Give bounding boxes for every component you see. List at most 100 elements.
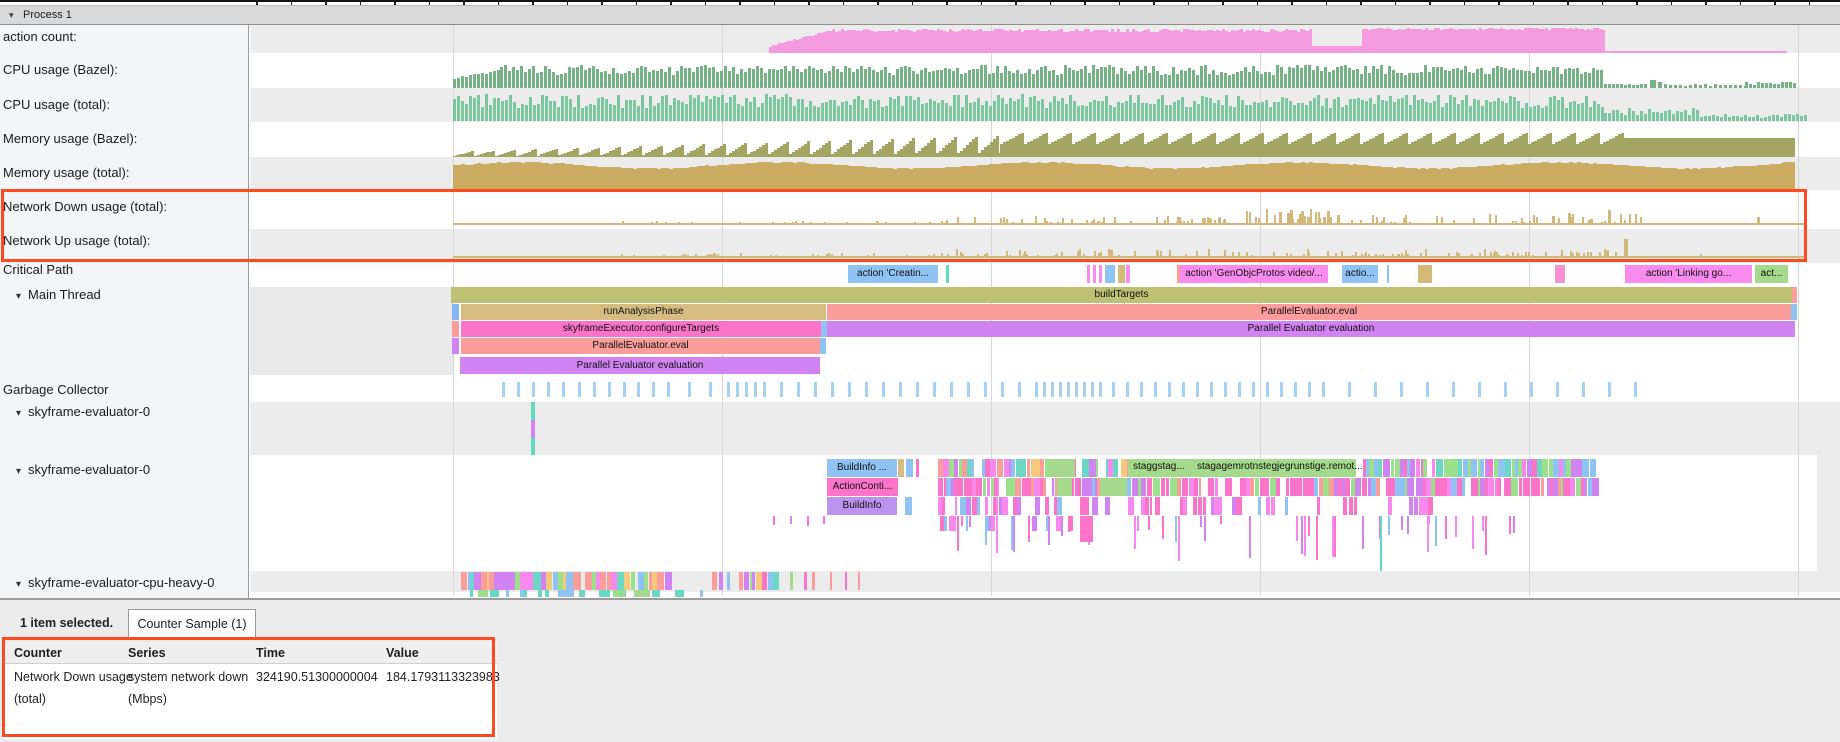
- counter-bar-cpu-bazel[interactable]: [956, 68, 959, 88]
- counter-bar-cpu-total[interactable]: [845, 101, 848, 121]
- counter-bar-cpu-bazel[interactable]: [1160, 75, 1163, 88]
- counter-bar-net-up[interactable]: [1273, 252, 1275, 258]
- hang-slice[interactable]: [961, 516, 963, 526]
- counter-bar-cpu-total[interactable]: [761, 103, 764, 121]
- counter-bar-cpu-total[interactable]: [1085, 106, 1088, 121]
- counter-bar-cpu-bazel[interactable]: [465, 77, 468, 88]
- counter-bar-cpu-bazel[interactable]: [1076, 71, 1079, 88]
- counter-bar-net-down[interactable]: [1506, 223, 1508, 225]
- counter-bar-cpu-bazel[interactable]: [1560, 74, 1563, 88]
- counter-bar-cpu-total[interactable]: [685, 104, 688, 121]
- gc-tick[interactable]: [1182, 382, 1185, 397]
- counter-bar-net-down[interactable]: [1360, 220, 1362, 225]
- counter-bar-net-down[interactable]: [1493, 223, 1495, 225]
- hang-slice[interactable]: [1482, 516, 1484, 531]
- counter-bar-net-down[interactable]: [1290, 210, 1293, 225]
- flame-slice[interactable]: [997, 478, 1000, 496]
- counter-bar-cpu-total[interactable]: [1373, 104, 1376, 121]
- counter-bar-net-up[interactable]: [1006, 251, 1008, 258]
- counter-bar-cpu-bazel[interactable]: [720, 71, 723, 88]
- counter-bar-cpu-bazel[interactable]: [1344, 65, 1347, 88]
- gc-tick[interactable]: [1126, 382, 1129, 397]
- counter-bar-net-up[interactable]: [1545, 252, 1547, 258]
- counter-bar-cpu-total[interactable]: [1253, 102, 1256, 121]
- counter-bar-cpu-bazel[interactable]: [860, 66, 863, 88]
- counter-bar-cpu-bazel[interactable]: [548, 69, 551, 88]
- counter-bar-cpu-total[interactable]: [937, 103, 940, 121]
- gc-tick[interactable]: [1374, 382, 1377, 397]
- flame-slice[interactable]: [1183, 497, 1187, 515]
- counter-bar-cpu-total[interactable]: [1585, 96, 1588, 121]
- counter-bar-net-down[interactable]: [974, 217, 976, 225]
- flame-slice[interactable]: [1511, 478, 1518, 496]
- gc-tick[interactable]: [1224, 382, 1227, 397]
- counter-bar-cpu-bazel[interactable]: [1108, 65, 1111, 88]
- counter-bar-net-down[interactable]: [1214, 220, 1216, 225]
- counter-bar-cpu-total[interactable]: [973, 102, 976, 121]
- counter-bar-cpu-bazel[interactable]: [992, 73, 995, 88]
- counter-bar-cpu-bazel[interactable]: [520, 66, 523, 88]
- counter-bar-cpu-bazel[interactable]: [1200, 66, 1203, 88]
- counter-bar-net-up[interactable]: [906, 255, 908, 258]
- gc-tick[interactable]: [950, 382, 953, 397]
- counter-bar-cpu-total[interactable]: [1025, 107, 1028, 121]
- counter-bar-cpu-total[interactable]: [689, 95, 692, 121]
- counter-bar-net-down[interactable]: [651, 222, 653, 225]
- counter-bar-cpu-total[interactable]: [1281, 97, 1284, 121]
- counter-bar-cpu-bazel[interactable]: [1316, 66, 1319, 88]
- counter-bar-cpu-bazel[interactable]: [796, 69, 799, 88]
- counter-bar-net-up[interactable]: [1382, 254, 1384, 258]
- counter-bar-cpu-total[interactable]: [1405, 95, 1408, 121]
- counter-bar-cpu-bazel[interactable]: [940, 70, 943, 88]
- counter-bar-net-down[interactable]: [1065, 223, 1067, 225]
- counter-bar-cpu-total[interactable]: [657, 103, 660, 121]
- counter-bar-cpu-bazel[interactable]: [636, 68, 639, 88]
- counter-bar-net-up[interactable]: [740, 253, 742, 258]
- gc-tick[interactable]: [1168, 382, 1171, 397]
- gc-tick[interactable]: [967, 382, 970, 397]
- counter-bar-net-up[interactable]: [1525, 252, 1527, 258]
- counter-bar-cpu-bazel[interactable]: [544, 66, 547, 88]
- flame-slice[interactable]: [954, 459, 958, 477]
- counter-bar-cpu-bazel[interactable]: [604, 71, 607, 88]
- counter-bar-net-down[interactable]: [1376, 217, 1378, 225]
- counter-bar-cpu-total[interactable]: [1537, 105, 1540, 121]
- counter-bar-cpu-total[interactable]: [1273, 102, 1276, 121]
- flame-slice[interactable]: [987, 478, 990, 496]
- flame-slice[interactable]: [461, 572, 467, 590]
- counter-bar-cpu-total[interactable]: [521, 104, 524, 121]
- flame-slice[interactable]: [1166, 478, 1169, 496]
- slice-skyframe2-row2[interactable]: [1100, 478, 1127, 496]
- flame-slice[interactable]: [1086, 478, 1093, 496]
- counter-bar-net-down[interactable]: [1219, 217, 1221, 225]
- counter-bar-cpu-total[interactable]: [1033, 96, 1036, 121]
- counter-bar-net-down[interactable]: [929, 222, 931, 225]
- flame-slice[interactable]: [1409, 497, 1413, 515]
- counter-bar-cpu-total[interactable]: [453, 99, 456, 121]
- hang-slice[interactable]: [1080, 516, 1093, 542]
- counter-bar-net-down[interactable]: [1620, 214, 1622, 225]
- flame-slice[interactable]: [1199, 478, 1201, 496]
- hang-slice[interactable]: [807, 516, 809, 526]
- counter-bar-cpu-bazel[interactable]: [836, 69, 839, 88]
- counter-bar-cpu-total[interactable]: [513, 102, 516, 121]
- counter-bar-cpu-total[interactable]: [561, 96, 564, 121]
- flame-slice[interactable]: [1349, 497, 1353, 515]
- flame-slice[interactable]: [1355, 478, 1361, 496]
- counter-bar-cpu-bazel[interactable]: [880, 70, 883, 88]
- counter-bar-cpu-bazel[interactable]: [560, 74, 563, 88]
- counter-bar-net-down[interactable]: [941, 221, 943, 225]
- counter-bar-cpu-bazel[interactable]: [832, 66, 835, 88]
- slice-cpu-heavy-extra[interactable]: [858, 572, 860, 590]
- counter-bar-cpu-bazel[interactable]: [489, 72, 492, 88]
- counter-bar-cpu-total[interactable]: [1660, 113, 1663, 121]
- counter-bar-cpu-bazel[interactable]: [1448, 71, 1451, 88]
- counter-bar-net-down[interactable]: [691, 222, 693, 225]
- counter-bar-net-up[interactable]: [1238, 252, 1240, 258]
- flame-slice[interactable]: [1584, 478, 1587, 496]
- flame-slice[interactable]: [624, 572, 630, 590]
- hang-slice[interactable]: [1334, 516, 1336, 557]
- counter-bar-cpu-total[interactable]: [833, 100, 836, 121]
- counter-bar-cpu-bazel[interactable]: [628, 71, 631, 88]
- counter-bar-cpu-total[interactable]: [1589, 107, 1592, 121]
